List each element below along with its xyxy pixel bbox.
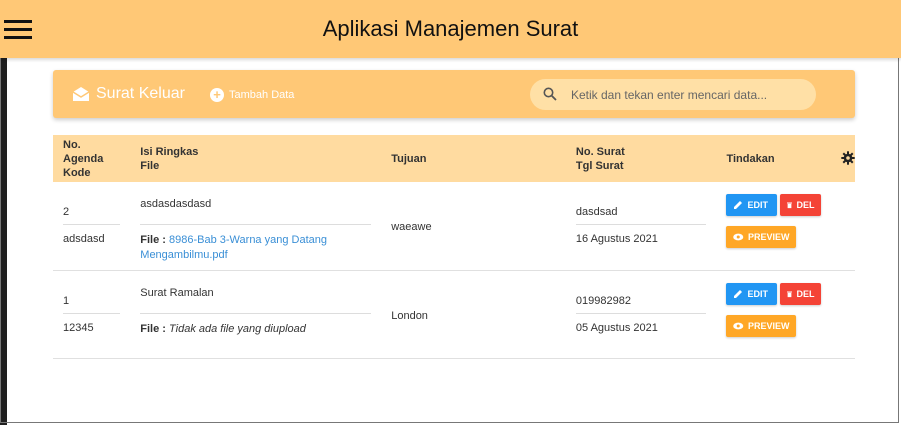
plus-circle-icon: + <box>210 88 224 102</box>
divider <box>63 224 121 225</box>
cell-isi: Surat Ramalan File : Tidak ada file yang… <box>130 270 381 358</box>
no-surat: dasdsad <box>575 206 618 218</box>
tgl-surat: 05 Agustus 2021 <box>575 321 658 334</box>
eye-icon <box>733 233 744 241</box>
cell-nosurat: 019982982 05 Agustus 2021 <box>566 270 717 358</box>
delete-button[interactable]: DEL <box>780 282 822 305</box>
kode: adsdasd <box>63 233 105 245</box>
file-label: File : <box>140 234 166 246</box>
table-header-row: No. Agenda Kode Isi Ringkas File Tujuan … <box>53 135 855 182</box>
table-row: 2 adsdasd asdasdasdasd File : 8986-Bab 3… <box>53 182 855 270</box>
divider <box>575 224 707 225</box>
file-link[interactable]: 8986-Bab 3-Warna yang Datang Mengambilmu… <box>140 234 327 261</box>
cell-tujuan: waeawe <box>381 182 566 270</box>
edit-label: EDIT <box>747 288 768 299</box>
page-title: Surat Keluar <box>96 85 185 102</box>
no-surat: 019982982 <box>575 294 631 307</box>
envelope-open-icon <box>72 87 90 101</box>
file-empty-text: Tidak ada file yang diupload <box>169 322 306 335</box>
cell-agenda: 1 12345 <box>53 270 130 358</box>
preview-button[interactable]: PREVIEW <box>726 226 797 248</box>
search-box <box>530 79 816 110</box>
surat-keluar-header: Surat Keluar + Tambah Data <box>53 70 855 118</box>
edit-button[interactable]: EDIT <box>726 282 778 305</box>
app-title: Aplikasi Manajemen Surat <box>322 16 579 41</box>
search-input[interactable] <box>569 85 803 105</box>
no-agenda: 2 <box>63 206 70 218</box>
tgl-surat: 16 Agustus 2021 <box>575 233 658 245</box>
cell-tujuan: London <box>381 270 566 358</box>
isi-ringkas: Surat Ramalan <box>140 286 214 299</box>
eye-icon <box>733 322 744 329</box>
tujuan: waeawe <box>391 221 432 233</box>
pencil-icon <box>734 289 743 298</box>
tujuan: London <box>391 309 428 322</box>
cell-isi: asdasdasdasd File : 8986-Bab 3-Warna yan… <box>130 182 381 270</box>
isi-ringkas: asdasdasdasd <box>140 198 212 210</box>
kode: 12345 <box>63 321 94 334</box>
table-row: 1 12345 Surat Ramalan File : Tidak ada f… <box>53 270 855 358</box>
cell-agenda: 2 adsdasd <box>53 182 130 270</box>
col-header-tindakan: Tindakan <box>716 135 855 182</box>
divider <box>575 312 707 314</box>
col-header-isi: Isi Ringkas File <box>130 135 381 182</box>
delete-button[interactable]: DEL <box>780 194 822 216</box>
surat-table: No. Agenda Kode Isi Ringkas File Tujuan … <box>53 135 855 359</box>
col-header-file-label: File <box>140 159 160 172</box>
add-data-label: Tambah Data <box>229 89 295 101</box>
search-icon <box>543 87 557 101</box>
add-data-button[interactable]: + Tambah Data <box>210 87 294 103</box>
edit-button[interactable]: EDIT <box>726 194 778 216</box>
pencil-icon <box>734 201 743 209</box>
top-app-bar: Aplikasi Manajemen Surat <box>0 0 901 58</box>
col-header-nosurat-label: No. Surat <box>575 145 625 158</box>
col-header-agenda-label: No. Agenda <box>63 138 104 165</box>
col-header-kode-label: Kode <box>63 166 91 179</box>
trash-icon <box>787 202 793 209</box>
file-label: File : <box>140 322 166 335</box>
col-header-nosurat: No. Surat Tgl Surat <box>566 135 717 182</box>
col-header-tujuan: Tujuan <box>391 152 427 165</box>
preview-button[interactable]: PREVIEW <box>726 314 797 337</box>
cell-nosurat: dasdsad 16 Agustus 2021 <box>566 182 717 270</box>
col-header-tgl-label: Tgl Surat <box>575 159 624 172</box>
preview-label: PREVIEW <box>747 232 790 242</box>
edit-label: EDIT <box>747 200 768 210</box>
no-agenda: 1 <box>63 294 70 307</box>
col-header-isi-label: Isi Ringkas <box>140 145 199 158</box>
col-header-tindakan-label: Tindakan <box>726 152 775 165</box>
cell-tindakan: EDIT DEL PREVIEW <box>716 182 855 270</box>
cell-tindakan: EDIT DEL PREVIEW <box>716 270 855 358</box>
col-header-agenda: No. Agenda Kode <box>53 135 130 182</box>
preview-label: PREVIEW <box>747 320 790 331</box>
trash-icon <box>787 291 793 297</box>
divider <box>140 224 372 225</box>
divider <box>63 312 121 314</box>
delete-label: DEL <box>796 200 815 210</box>
divider <box>140 312 372 314</box>
delete-label: DEL <box>796 288 815 299</box>
gear-icon[interactable] <box>841 151 855 165</box>
